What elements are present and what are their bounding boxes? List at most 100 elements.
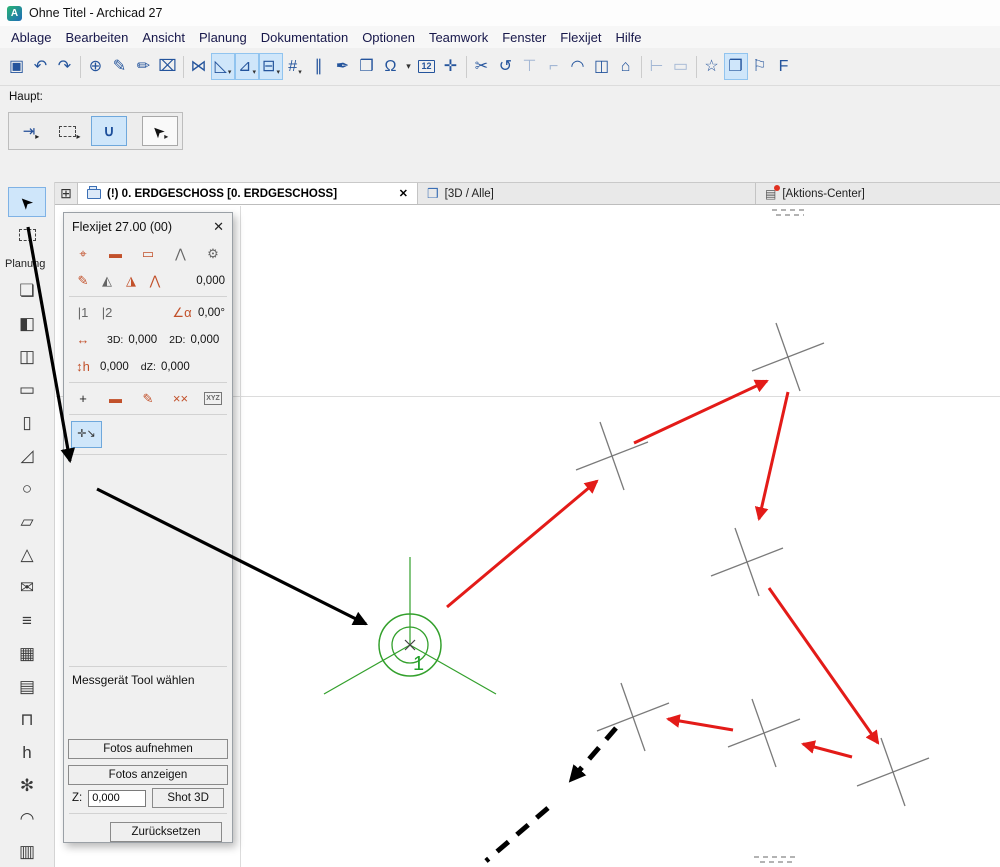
ramp-tool[interactable]: ▱ bbox=[8, 506, 46, 536]
arrow-tool[interactable]: ➤ bbox=[8, 187, 46, 217]
menu-item[interactable]: Teamwork bbox=[422, 28, 495, 47]
slab-tool[interactable]: ▭ bbox=[8, 374, 46, 404]
menu-item[interactable]: Optionen bbox=[355, 28, 422, 47]
rotate-icon[interactable]: ↺ bbox=[494, 53, 518, 80]
roof-tool[interactable]: ◿ bbox=[8, 440, 46, 470]
tab-close-icon[interactable]: ✕ bbox=[399, 187, 408, 200]
zuruecksetzen-button[interactable]: Zurücksetzen bbox=[110, 822, 222, 842]
clipped-icon[interactable]: F bbox=[772, 53, 796, 80]
shot-3d-button[interactable]: Shot 3D bbox=[152, 788, 224, 808]
height-icon[interactable]: ↕h bbox=[71, 356, 95, 377]
menu-item[interactable]: Flexijet bbox=[553, 28, 608, 47]
angle-alpha-icon[interactable]: ∠α bbox=[170, 302, 194, 323]
stair-tool[interactable]: ≡ bbox=[8, 605, 46, 635]
flexijet-scan-icon[interactable]: ⌖ bbox=[71, 243, 95, 264]
snap-guides-icon[interactable]: ⊿▾ bbox=[235, 53, 259, 80]
measure-path-icon[interactable]: ×× bbox=[169, 388, 193, 409]
quad-view-icon[interactable]: ⊞ bbox=[55, 183, 78, 204]
suspend-groups-icon[interactable]: ⋈ bbox=[187, 53, 211, 80]
inject-parameters-icon[interactable]: ✏ bbox=[132, 53, 156, 80]
flyout-caret-icon[interactable]: ▸ bbox=[35, 132, 39, 145]
column-round-tool[interactable]: ○ bbox=[8, 473, 46, 503]
z-input[interactable] bbox=[88, 790, 146, 807]
zoom-icon[interactable]: ⊕ bbox=[84, 53, 108, 80]
flexijet-measure-tool-button[interactable]: ✛↘ bbox=[71, 421, 102, 448]
pen-set-icon[interactable]: ✒ bbox=[331, 53, 355, 80]
separator[interactable] bbox=[463, 53, 470, 80]
split-icon[interactable]: ◫ bbox=[590, 53, 614, 80]
dimension-icon[interactable]: ⊢ bbox=[645, 53, 669, 80]
skew-lines-icon[interactable]: ∥ bbox=[307, 53, 331, 80]
dropdown-caret-icon[interactable]: ▾ bbox=[252, 68, 256, 79]
slope-pen-icon[interactable]: ✎ bbox=[136, 388, 160, 409]
column-tool[interactable]: ▯ bbox=[8, 407, 46, 437]
palette-title-bar[interactable]: Flexijet 27.00 (00) ✕ bbox=[64, 213, 232, 240]
tab-3d[interactable]: ❒ [3D / Alle] bbox=[418, 183, 756, 204]
fillet-icon[interactable]: ◠ bbox=[566, 53, 590, 80]
dropdown-caret-icon[interactable]: ▾ bbox=[276, 68, 280, 79]
point-transfer-1-icon[interactable]: |1 bbox=[71, 302, 95, 323]
separator[interactable] bbox=[180, 53, 187, 80]
tab-aktions-center[interactable]: ▤ [Aktions-Center] bbox=[756, 183, 1000, 204]
separator[interactable] bbox=[693, 53, 700, 80]
laser-level-icon[interactable]: ▭ bbox=[136, 243, 160, 264]
magnet-button[interactable]: ∪ bbox=[91, 116, 127, 146]
menu-item[interactable]: Fenster bbox=[495, 28, 553, 47]
xyz-export-icon[interactable]: XYZ bbox=[201, 388, 225, 409]
jump-tool-button[interactable]: ⇥▸ bbox=[13, 116, 49, 146]
fotos-aufnehmen-button[interactable]: Fotos aufnehmen bbox=[68, 739, 228, 759]
triangle-left-icon[interactable]: ◭ bbox=[95, 270, 119, 291]
caret-icon[interactable]: ▾ bbox=[403, 53, 415, 80]
palette-close-icon[interactable]: ✕ bbox=[213, 219, 224, 235]
flyout-caret-icon[interactable]: ▸ bbox=[76, 132, 80, 145]
level-flat-icon[interactable]: ▬ bbox=[104, 388, 128, 409]
redo-icon[interactable]: ↷ bbox=[53, 53, 77, 80]
tripod-level-icon[interactable]: ⋀ bbox=[143, 270, 167, 291]
favorites-star-icon[interactable]: ☆ bbox=[700, 53, 724, 80]
marquee-select-button[interactable]: ▸ bbox=[52, 116, 88, 146]
measure-sketch-icon[interactable]: ✎ bbox=[71, 270, 95, 291]
undo-icon[interactable]: ↶ bbox=[29, 53, 53, 80]
tripod-icon[interactable]: ⋀ bbox=[169, 243, 193, 264]
menu-item[interactable]: Dokumentation bbox=[254, 28, 355, 47]
cube-3d-icon[interactable]: ❒ bbox=[355, 53, 379, 80]
tab-floorplan[interactable]: (!) 0. ERDGESCHOSS [0. ERDGESCHOSS] ✕ bbox=[78, 183, 418, 204]
snap-reference-icon[interactable]: ⊟▾ bbox=[259, 53, 283, 80]
menu-item[interactable]: Bearbeiten bbox=[58, 28, 135, 47]
beam-tool[interactable]: ⊓ bbox=[8, 704, 46, 734]
story-12-icon[interactable]: 12 bbox=[415, 53, 439, 80]
arrow-cursor-button[interactable]: ➤▸ bbox=[142, 116, 178, 146]
menu-item[interactable]: Hilfe bbox=[608, 28, 648, 47]
add-point-icon[interactable]: + bbox=[71, 388, 95, 409]
grid-snap-icon[interactable]: #▾ bbox=[283, 53, 307, 80]
flyout-caret-icon[interactable]: ▸ bbox=[164, 132, 168, 145]
arch-tool[interactable]: ◠ bbox=[8, 803, 46, 833]
lock-icon[interactable]: Ω bbox=[379, 53, 403, 80]
pickup-parameters-icon[interactable]: ✎ bbox=[108, 53, 132, 80]
elevation-marker-icon[interactable]: ⊤ bbox=[518, 53, 542, 80]
marquee-tool[interactable] bbox=[8, 220, 46, 250]
hotspots-icon[interactable]: ✛ bbox=[439, 53, 463, 80]
point-transfer-2-icon[interactable]: |2 bbox=[95, 302, 119, 323]
dropdown-caret-icon[interactable]: ▾ bbox=[298, 68, 302, 79]
duplicate-layout-icon[interactable]: ❐ bbox=[724, 53, 748, 80]
flag-icon[interactable]: ⚐ bbox=[748, 53, 772, 80]
grid-tool[interactable]: ▦ bbox=[8, 638, 46, 668]
level-tool-icon[interactable]: ▬ bbox=[104, 243, 128, 264]
shell-tool[interactable]: △ bbox=[8, 539, 46, 569]
scissors-icon[interactable]: ✂ bbox=[470, 53, 494, 80]
menu-item[interactable]: Ablage bbox=[4, 28, 58, 47]
separator[interactable] bbox=[77, 53, 84, 80]
mesh-tool[interactable]: ✉ bbox=[8, 572, 46, 602]
home-story-icon[interactable]: ⌂ bbox=[614, 53, 638, 80]
fotos-anzeigen-button[interactable]: Fotos anzeigen bbox=[68, 765, 228, 785]
lamp-tool[interactable]: ✻ bbox=[8, 770, 46, 800]
zone-tool[interactable]: ❏ bbox=[8, 275, 46, 305]
menu-item[interactable]: Planung bbox=[192, 28, 254, 47]
guide-lines-icon[interactable]: ◺▾ bbox=[211, 53, 235, 80]
triangle-right-icon[interactable]: ◮ bbox=[119, 270, 143, 291]
dropdown-caret-icon[interactable]: ▾ bbox=[228, 68, 232, 79]
display-icon[interactable]: ▭ bbox=[669, 53, 693, 80]
settings-gear-icon[interactable]: ⚙ bbox=[201, 243, 225, 264]
eraser-icon[interactable]: ⌧ bbox=[156, 53, 180, 80]
